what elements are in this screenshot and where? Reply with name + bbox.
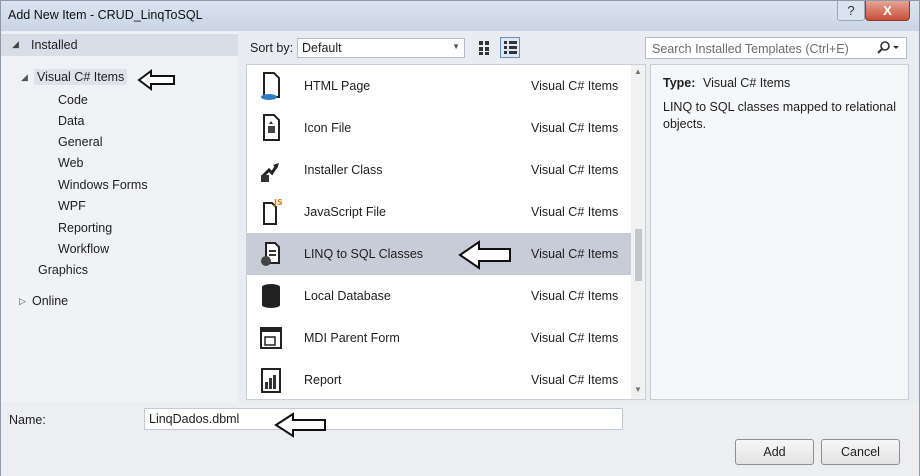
template-name: MDI Parent Form [304, 331, 400, 345]
template-type: Visual C# Items [531, 121, 619, 135]
tree-item-windows-forms[interactable]: Windows Forms [58, 178, 148, 192]
template-row-report[interactable]: Report Visual C# Items [247, 359, 631, 399]
template-row-linq-to-sql-classes[interactable]: LINQ to SQL Classes Visual C# Items [247, 233, 631, 275]
grid-view-icon [479, 41, 489, 55]
tree-item-general[interactable]: General [58, 135, 102, 149]
tree-item-code[interactable]: Code [58, 93, 88, 107]
close-button[interactable]: X [865, 1, 910, 21]
template-name: LINQ to SQL Classes [304, 247, 424, 261]
template-type: Visual C# Items [531, 289, 619, 303]
large-icons-view-button[interactable] [475, 37, 495, 58]
tree-item-web[interactable]: Web [58, 156, 83, 170]
scrollbar-thumb[interactable] [635, 229, 642, 281]
tree-item-workflow[interactable]: Workflow [58, 242, 109, 256]
help-button[interactable]: ? [837, 1, 865, 21]
add-new-item-dialog: Add New Item - CRUD_LinqToSQL ? X ◢ Inst… [0, 0, 920, 476]
collapse-triangle-icon[interactable]: ◢ [12, 39, 19, 50]
detail-type-value: Visual C# Items [703, 76, 791, 90]
database-icon [262, 284, 280, 308]
item-name-value: LinqDados.dbml [149, 412, 240, 426]
title-bar[interactable]: Add New Item - CRUD_LinqToSQL ? X [1, 1, 919, 31]
template-type: Visual C# Items [531, 163, 619, 177]
tree-item-visual-csharp[interactable]: Visual C# Items [34, 69, 128, 85]
template-name: Report [304, 373, 342, 387]
template-row-local-database[interactable]: Local Database Visual C# Items [247, 275, 631, 317]
scroll-up-icon[interactable]: ▲ [634, 67, 642, 76]
detail-description: LINQ to SQL classes mapped to relational… [663, 100, 896, 131]
sort-by-dropdown[interactable]: Default ▼ [297, 38, 465, 58]
report-icon [261, 368, 281, 393]
linq-to-sql-icon [261, 242, 280, 266]
template-row-html-page[interactable]: HTML Page Visual C# Items [247, 65, 631, 107]
annotation-arrow-icon [137, 69, 175, 91]
javascript-file-icon: JS [263, 198, 283, 225]
svg-text:JS: JS [273, 198, 283, 207]
annotation-arrow-icon [274, 412, 326, 438]
list-view-icon [504, 41, 517, 54]
tree-item-wpf[interactable]: WPF [58, 199, 86, 213]
tree-item-graphics[interactable]: Graphics [38, 263, 88, 277]
template-row-mdi-parent-form[interactable]: MDI Parent Form Visual C# Items [247, 317, 631, 359]
template-name: Local Database [304, 289, 391, 303]
scroll-down-icon[interactable]: ▼ [634, 385, 642, 394]
sort-by-label: Sort by: [250, 41, 294, 55]
tree-item-reporting[interactable]: Reporting [58, 221, 112, 235]
add-button[interactable]: Add [735, 439, 814, 465]
template-type: Visual C# Items [531, 331, 619, 345]
template-name: Installer Class [304, 163, 383, 177]
item-name-input[interactable]: LinqDados.dbml [144, 408, 623, 430]
template-type: Visual C# Items [531, 79, 619, 93]
tree-item-data[interactable]: Data [58, 114, 84, 128]
chevron-down-icon: ▼ [452, 42, 460, 51]
template-list: HTML Page Visual C# Items Icon File Visu… [246, 64, 646, 400]
template-type: Visual C# Items [531, 373, 619, 387]
detail-type-label: Type: [663, 76, 696, 90]
template-type: Visual C# Items [531, 247, 619, 261]
template-row-javascript-file[interactable]: JS JavaScript File Visual C# Items [247, 191, 631, 233]
template-name: HTML Page [304, 79, 371, 93]
template-list-scrollbar[interactable]: ▲ ▼ [631, 65, 645, 399]
annotation-arrow-icon [458, 240, 511, 270]
template-detail-pane: Type: Visual C# Items LINQ to SQL classe… [650, 64, 909, 400]
tree-item-label: Installed [31, 38, 78, 52]
template-type: Visual C# Items [531, 205, 619, 219]
name-label: Name: [9, 413, 46, 427]
cancel-button[interactable]: Cancel [821, 439, 900, 465]
search-templates-input[interactable]: Search Installed Templates (Ctrl+E) [645, 37, 907, 59]
template-tree: ◢ Installed ◢ Visual C# Items Code Data … [1, 32, 238, 402]
search-icon[interactable] [877, 40, 901, 56]
collapse-triangle-icon[interactable]: ◢ [21, 72, 28, 83]
template-row-installer-class[interactable]: Installer Class Visual C# Items [247, 149, 631, 191]
sort-by-value: Default [302, 41, 342, 55]
tree-item-online[interactable]: Online [32, 294, 68, 308]
tree-item-installed[interactable]: ◢ Installed [1, 34, 238, 56]
expand-triangle-icon[interactable]: ▷ [19, 296, 26, 307]
template-name: Icon File [304, 121, 352, 135]
dialog-footer: Name: LinqDados.dbml Add Cancel [1, 402, 919, 476]
html-page-icon [261, 72, 280, 100]
mdi-form-icon [260, 327, 282, 349]
template-name: JavaScript File [304, 205, 386, 219]
window-title: Add New Item - CRUD_LinqToSQL [8, 8, 203, 22]
search-placeholder: Search Installed Templates (Ctrl+E) [652, 42, 849, 56]
installer-class-icon [260, 163, 279, 182]
template-row-icon-file[interactable]: Icon File Visual C# Items [247, 107, 631, 149]
small-icons-view-button[interactable] [500, 37, 520, 58]
icon-file-icon [263, 114, 280, 141]
